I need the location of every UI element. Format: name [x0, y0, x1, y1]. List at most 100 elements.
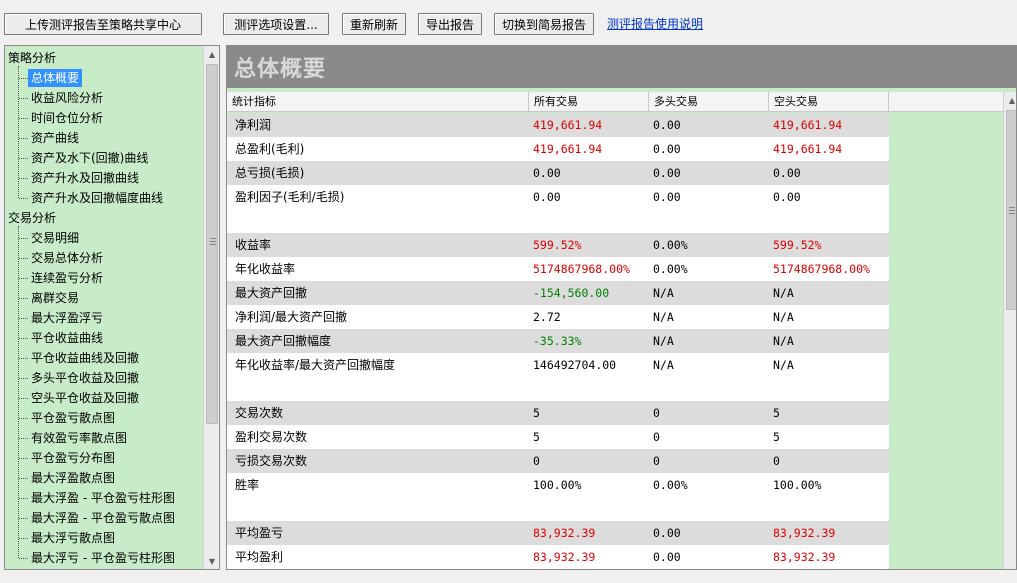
- tree-connector: [19, 158, 28, 159]
- long-trades-value: N/A: [653, 310, 674, 324]
- short-trades-value: N/A: [773, 358, 794, 372]
- scrollbar-thumb[interactable]: [1006, 110, 1016, 310]
- scroll-up-icon[interactable]: ▲: [204, 46, 219, 62]
- all-trades-value: 0: [533, 454, 540, 468]
- stat-label: 净利润: [235, 118, 272, 132]
- refresh-button[interactable]: 重新刷新: [342, 13, 406, 35]
- stat-label: 收益率: [235, 238, 272, 252]
- column-header[interactable]: 多头交易: [649, 92, 769, 112]
- tree-scrollbar[interactable]: ▲ ▼: [203, 46, 219, 569]
- tree-connector: [19, 238, 28, 239]
- tree-item[interactable]: 资产升水及回撤幅度曲线: [28, 188, 166, 208]
- long-trades-value: 0.00: [653, 550, 681, 564]
- tree-connector: [19, 418, 28, 419]
- long-trades-value: 0.00%: [653, 262, 688, 276]
- scrollbar-thumb[interactable]: [206, 64, 218, 424]
- tree-item[interactable]: 最大浮盈浮亏: [28, 308, 106, 328]
- tree-item[interactable]: 资产及水下(回撤)曲线: [28, 148, 151, 168]
- tree-connector: [19, 298, 28, 299]
- all-trades-value: 5: [533, 430, 540, 444]
- stat-label: 最大资产回撤: [235, 286, 308, 300]
- stat-label: 亏损交易次数: [235, 454, 308, 468]
- table-scrollbar[interactable]: ▲: [1003, 92, 1016, 569]
- help-link[interactable]: 测评报告使用说明: [607, 15, 703, 32]
- short-trades-value: N/A: [773, 310, 794, 324]
- tree-connector: [19, 378, 28, 379]
- short-trades-value: 0.00: [773, 190, 801, 204]
- long-trades-value: 0.00%: [653, 238, 688, 252]
- tree-item[interactable]: 收益风险分析: [28, 88, 106, 108]
- stat-label: 净利润/最大资产回撤: [235, 310, 348, 324]
- tree-connector: [19, 318, 28, 319]
- tree-group[interactable]: 策略分析: [8, 48, 56, 68]
- upload-report-button[interactable]: 上传测评报告至策略共享中心: [4, 13, 202, 35]
- all-trades-value: 0.00: [533, 166, 561, 180]
- tree-item[interactable]: 平仓盈亏散点图: [28, 408, 118, 428]
- tree-item[interactable]: 最大浮亏 - 平仓盈亏柱形图: [28, 548, 178, 568]
- scroll-down-icon[interactable]: ▼: [204, 553, 219, 569]
- tree-connector: [19, 198, 28, 199]
- tree-item[interactable]: 最大浮盈散点图: [28, 468, 118, 488]
- column-header[interactable]: 统计指标: [227, 92, 529, 112]
- tree-item[interactable]: 最大浮亏散点图: [28, 528, 118, 548]
- tree-connector: [19, 78, 28, 79]
- all-trades-value: 419,661.94: [533, 142, 603, 156]
- tree-item[interactable]: 离群交易: [28, 288, 82, 308]
- stat-label: 年化收益率/最大资产回撤幅度: [235, 358, 396, 372]
- short-trades-value: 0.00: [773, 166, 801, 180]
- long-trades-value: N/A: [653, 358, 674, 372]
- short-trades-value: 5: [773, 430, 780, 444]
- tree-item[interactable]: 最大浮盈 - 平仓盈亏柱形图: [28, 488, 178, 508]
- tree-item[interactable]: 连续盈亏分析: [28, 268, 106, 288]
- table-row: 亏损交易次数 0 0 0: [227, 449, 889, 473]
- tree-item[interactable]: 交易总体分析: [28, 248, 106, 268]
- tree-item[interactable]: 平仓收益曲线及回撤: [28, 348, 142, 368]
- long-trades-value: N/A: [653, 286, 674, 300]
- all-trades-value: -35.33%: [533, 334, 582, 348]
- short-trades-value: N/A: [773, 286, 794, 300]
- tree-item[interactable]: 时间仓位分析: [28, 108, 106, 128]
- tree-item[interactable]: 平仓盈亏分布图: [28, 448, 118, 468]
- tree-item[interactable]: 空头平仓收益及回撤: [28, 388, 142, 408]
- all-trades-value: -154,560.00: [533, 286, 610, 300]
- tree-item[interactable]: 总体概要: [28, 69, 83, 87]
- switch-simple-report-button[interactable]: 切换到简易报告: [494, 13, 594, 35]
- tree-group[interactable]: 交易分析: [8, 208, 56, 228]
- tree-item[interactable]: 交易明细: [28, 228, 82, 248]
- table-row: 年化收益率/最大资产回撤幅度 146492704.00 N/A N/A: [227, 353, 889, 401]
- long-trades-value: 0.00: [653, 166, 681, 180]
- tree-item[interactable]: 资产曲线: [28, 128, 82, 148]
- toolbar: 上传测评报告至策略共享中心 测评选项设置... 重新刷新 导出报告 切换到简易报…: [0, 0, 1017, 44]
- stat-label: 盈利交易次数: [235, 430, 308, 444]
- short-trades-value: 5174867968.00%: [773, 262, 870, 276]
- tree-item[interactable]: 多头平仓收益及回撤: [28, 368, 142, 388]
- table-row: 胜率 100.00% 0.00% 100.00%: [227, 473, 889, 521]
- tree-item[interactable]: 有效盈亏率散点图: [28, 428, 130, 448]
- long-trades-value: 0.00: [653, 142, 681, 156]
- tree-connector: [19, 538, 28, 539]
- tree-item[interactable]: 平仓收益曲线: [28, 328, 106, 348]
- export-report-button[interactable]: 导出报告: [418, 13, 482, 35]
- tree-list: 策略分析 总体概要 收益风险分析 时间仓位分析 资产曲线 资产及水下(回撤)曲线 资产升水及…: [5, 46, 205, 569]
- stat-label: 盈利因子(毛利/毛损): [235, 190, 345, 204]
- all-trades-value: 419,661.94: [533, 118, 603, 132]
- table-row: 收益率 599.52% 0.00% 599.52%: [227, 233, 889, 257]
- tree-connector: [19, 458, 28, 459]
- table-row: 总亏损(毛损) 0.00 0.00 0.00: [227, 161, 889, 185]
- stat-label: 平均盈亏: [235, 526, 284, 540]
- tree-connector: [19, 478, 28, 479]
- table-row: 盈利交易次数 5 0 5: [227, 425, 889, 449]
- long-trades-value: 0: [653, 406, 660, 420]
- report-settings-button[interactable]: 测评选项设置...: [223, 13, 329, 35]
- column-header[interactable]: 所有交易: [529, 92, 649, 112]
- tree-connector: [19, 178, 28, 179]
- tree-connector: [19, 138, 28, 139]
- scroll-up-icon[interactable]: ▲: [1004, 92, 1016, 108]
- tree-item[interactable]: 资产升水及回撤曲线: [28, 168, 142, 188]
- tree-connector: [18, 226, 19, 558]
- table-row: 总盈利(毛利) 419,661.94 0.00 419,661.94: [227, 137, 889, 161]
- tree-item[interactable]: 最大浮盈 - 平仓盈亏散点图: [28, 508, 178, 528]
- tree-connector: [19, 438, 28, 439]
- column-header[interactable]: 空头交易: [769, 92, 889, 112]
- long-trades-value: 0.00: [653, 526, 681, 540]
